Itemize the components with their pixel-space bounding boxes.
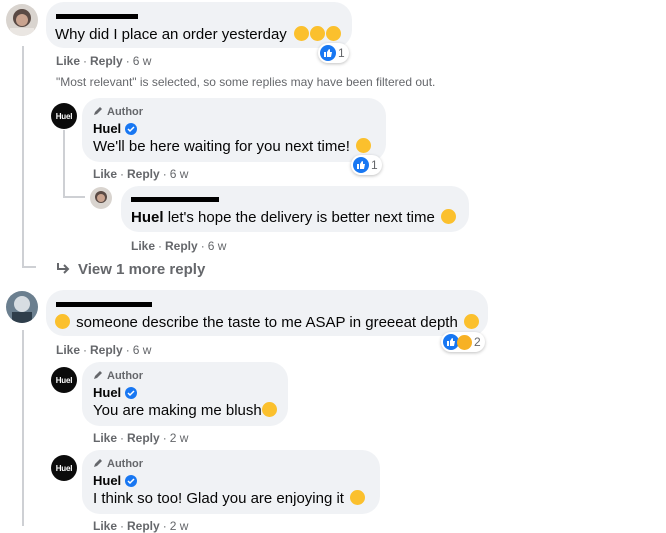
reply-text: We'll be here waiting for you next time! [93, 138, 350, 155]
huel-avatar[interactable]: Huel [51, 367, 77, 393]
view-more-label: View 1 more reply [78, 261, 206, 278]
reply-link[interactable]: Reply [165, 239, 198, 253]
huel-avatar[interactable]: Huel [51, 103, 77, 129]
commenter-name[interactable]: Huel [93, 121, 121, 137]
crying-emoji-icon [293, 26, 309, 41]
smile-emoji-icon [356, 138, 372, 153]
reaction-count: 1 [338, 46, 345, 60]
author-badge: Author [107, 370, 144, 382]
reply-link[interactable]: Reply [127, 431, 160, 445]
timestamp[interactable]: 2 w [170, 519, 189, 533]
reaction-summary[interactable]: 1 [351, 155, 382, 175]
author-badge: Author [107, 458, 144, 470]
user-avatar[interactable] [90, 187, 112, 209]
heart-eyes-emoji-icon [350, 490, 366, 505]
like-link[interactable]: Like [56, 54, 80, 68]
pencil-icon [93, 457, 104, 472]
timestamp[interactable]: 6 w [133, 343, 152, 357]
commenter-name[interactable]: Huel [93, 385, 121, 401]
comment-text: someone describe the taste to me ASAP in… [76, 314, 458, 331]
comment-bubble: Why did I place an order yesterday [46, 2, 352, 48]
reaction-count: 1 [371, 158, 378, 172]
reply-link[interactable]: Reply [90, 54, 123, 68]
reaction-count: 2 [474, 335, 481, 349]
view-more-replies-button[interactable]: View 1 more reply [56, 261, 205, 278]
crying-emoji-icon [325, 26, 341, 41]
reply-bubble: Author Huel We'll be here waiting for yo… [82, 98, 386, 162]
filter-note: "Most relevant" is selected, so some rep… [56, 75, 436, 89]
like-link[interactable]: Like [93, 431, 117, 445]
timestamp[interactable]: 6 w [133, 54, 152, 68]
like-link[interactable]: Like [131, 239, 155, 253]
reply-bubble: Huel let's hope the delivery is better n… [121, 186, 469, 232]
heart-eyes-emoji-icon [463, 314, 479, 329]
author-badge: Author [107, 106, 144, 118]
comment-actions: Like · Reply · 6 w [56, 54, 152, 68]
reply-actions: Like · Reply · 2 w [93, 431, 189, 445]
comment-bubble: someone describe the taste to me ASAP in… [46, 290, 488, 336]
user-avatar[interactable] [6, 4, 38, 36]
like-link[interactable]: Like [93, 167, 117, 181]
laughing-emoji-icon [441, 209, 457, 224]
crying-emoji-icon [309, 26, 325, 41]
love-reaction-icon [457, 334, 472, 350]
thread-line [63, 130, 65, 198]
reply-link[interactable]: Reply [90, 343, 123, 357]
like-link[interactable]: Like [56, 343, 80, 357]
reply-text: let's hope the delivery is better next t… [167, 209, 435, 226]
reply-actions: Like · Reply · 6 w [93, 167, 189, 181]
redacted-name [56, 14, 138, 19]
reply-arrow-icon [56, 261, 70, 278]
verified-badge-icon [125, 475, 138, 487]
comment-actions: Like · Reply · 6 w [56, 343, 152, 357]
like-link[interactable]: Like [93, 519, 117, 533]
reply-text: You are making me blush [93, 402, 262, 419]
huel-avatar[interactable]: Huel [51, 455, 77, 481]
thread-line-curve [63, 196, 85, 198]
reply-bubble: Author Huel You are making me blush [82, 362, 288, 426]
thread-line [22, 46, 24, 268]
comment-text: Why did I place an order yesterday [55, 26, 287, 43]
reaction-summary[interactable]: 1 [318, 43, 349, 63]
commenter-name[interactable]: Huel [93, 473, 121, 489]
reply-link[interactable]: Reply [127, 519, 160, 533]
reply-actions: Like · Reply · 6 w [131, 239, 227, 253]
timestamp[interactable]: 6 w [170, 167, 189, 181]
like-reaction-icon [353, 157, 369, 173]
user-avatar[interactable] [6, 291, 38, 323]
redacted-name [56, 302, 152, 307]
like-reaction-icon [320, 45, 336, 61]
reply-link[interactable]: Reply [127, 167, 160, 181]
verified-badge-icon [125, 123, 138, 135]
mention-link[interactable]: Huel [131, 209, 164, 226]
blushing-emoji-icon [261, 402, 277, 417]
reply-bubble: Author Huel I think so too! Glad you are… [82, 450, 380, 514]
thread-line [22, 330, 24, 526]
shocked-emoji-icon [55, 314, 70, 329]
reply-text: I think so too! Glad you are enjoying it [93, 490, 344, 507]
thread-line-curve [22, 266, 36, 268]
pencil-icon [93, 105, 104, 120]
timestamp[interactable]: 2 w [170, 431, 189, 445]
reaction-summary[interactable]: 2 [441, 332, 485, 352]
verified-badge-icon [125, 387, 138, 399]
timestamp[interactable]: 6 w [208, 239, 227, 253]
pencil-icon [93, 369, 104, 384]
redacted-name [131, 197, 219, 202]
reply-actions: Like · Reply · 2 w [93, 519, 189, 533]
